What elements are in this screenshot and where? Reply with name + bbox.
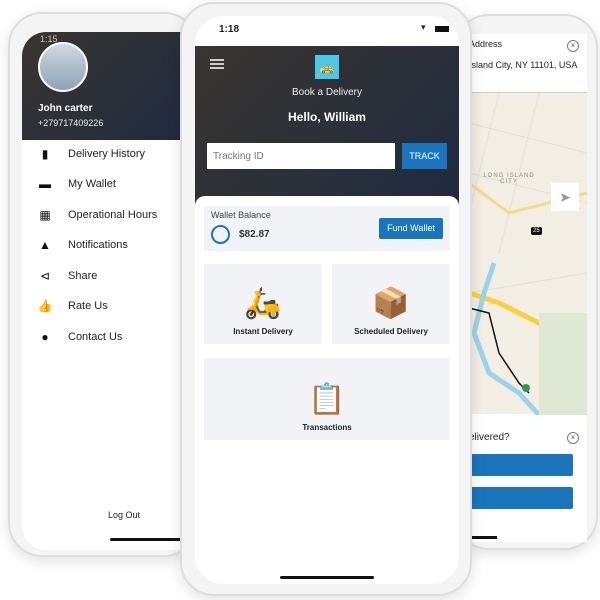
address-value: Island City, NY 11101, USA <box>469 60 578 70</box>
wallet-card: Wallet Balance $82.87 Fund Wallet <box>204 206 450 251</box>
fund-wallet-button[interactable]: Fund Wallet <box>379 218 443 239</box>
menu-item-share[interactable]: ⊲ Share <box>38 269 97 283</box>
address-label: Address <box>469 39 503 49</box>
menu-item-delivery-history[interactable]: ▮ Delivery History <box>38 147 145 161</box>
right-phone: Address × Island City, NY 11101, USA LON… <box>455 14 598 550</box>
track-button[interactable]: TRACK <box>402 143 447 169</box>
map-screen: Address × Island City, NY 11101, USA LON… <box>457 34 587 542</box>
confirm-button[interactable] <box>469 454 573 476</box>
side-menu-screen: 1:15 John carter +279717409226 ▮ Delivery… <box>22 32 190 550</box>
calendar-icon: ▦ <box>39 208 51 222</box>
menu-item-contact-us[interactable]: ● Contact Us <box>38 330 122 344</box>
wallet-label: Wallet Balance <box>211 210 271 220</box>
menu-label: Operational Hours <box>68 209 158 221</box>
package-clock-icon: 📦 <box>372 287 410 320</box>
home-indicator <box>110 538 190 541</box>
wifi-icon: ▾ <box>421 22 426 32</box>
logout-button[interactable]: Log Out <box>108 510 140 520</box>
menu-label: Share <box>68 270 98 282</box>
greeting: Hello, William <box>288 110 366 124</box>
tile-label: Transactions <box>302 423 352 432</box>
wallet-amount: $82.87 <box>239 229 270 240</box>
hamburger-menu-icon[interactable] <box>210 59 224 69</box>
menu-label: Rate Us <box>68 300 108 312</box>
content-card: Wallet Balance $82.87 Fund Wallet 🛵 Insta… <box>195 196 459 584</box>
menu-item-my-wallet[interactable]: ▬ My Wallet <box>38 177 116 191</box>
battery-icon <box>435 26 449 32</box>
map-area-label: LONG ISLAND CITY <box>483 173 535 185</box>
close-icon[interactable]: × <box>567 432 579 444</box>
hero-header: 🚕 Book a Delivery Hello, William TRACK <box>195 46 459 206</box>
status-time: 1:18 <box>219 24 240 35</box>
instant-delivery-tile[interactable]: 🛵 Instant Delivery <box>204 264 322 344</box>
left-phone: 1:15 John carter +279717409226 ▮ Delivery… <box>8 12 198 557</box>
app-logo: 🚕 <box>315 55 339 79</box>
map[interactable]: LONG ISLAND CITY 25 ➤ <box>468 92 587 417</box>
route-badge: 25 <box>531 227 542 235</box>
chat-icon: ● <box>41 330 49 344</box>
scooter-icon: 🛵 <box>244 287 282 320</box>
profile-header: 1:15 John carter +279717409226 <box>22 32 190 140</box>
middle-phone: 1:18 ▾ 🚕 Book a Delivery Hello, William … <box>180 2 472 596</box>
clipboard-icon: 📋 <box>308 383 346 416</box>
menu-label: Delivery History <box>68 148 146 160</box>
menu-label: My Wallet <box>68 178 116 190</box>
user-name: John carter <box>38 103 93 114</box>
tile-label: Scheduled Delivery <box>354 327 428 336</box>
home-indicator <box>280 576 374 579</box>
menu-item-operational-hours[interactable]: ▦ Operational Hours <box>38 208 157 222</box>
menu-label: Contact Us <box>68 331 123 343</box>
navigation-arrow-icon: ➤ <box>559 189 571 205</box>
close-icon[interactable]: × <box>567 40 579 52</box>
tracking-id-input[interactable] <box>207 143 395 169</box>
delivered-question: elivered? <box>469 432 510 443</box>
tile-label: Instant Delivery <box>233 327 293 336</box>
avatar[interactable] <box>38 42 88 92</box>
menu-label: Notifications <box>68 239 128 251</box>
menu-item-notifications[interactable]: ▲ Notifications <box>38 238 128 252</box>
scheduled-delivery-tile[interactable]: 📦 Scheduled Delivery <box>332 264 450 344</box>
menu-item-rate-us[interactable]: 👍 Rate Us <box>38 299 108 313</box>
locate-button[interactable]: ➤ <box>551 183 579 211</box>
wallet-icon <box>211 225 230 244</box>
share-icon: ⊲ <box>39 269 51 283</box>
thumbs-up-icon: 👍 <box>37 299 53 313</box>
user-phone: +279717409226 <box>38 118 104 128</box>
home-screen: 1:18 ▾ 🚕 Book a Delivery Hello, William … <box>195 16 459 584</box>
secondary-button[interactable] <box>469 487 573 509</box>
transactions-tile[interactable]: 📋 Transactions <box>204 358 450 440</box>
wallet-icon: ▬ <box>39 177 51 191</box>
app-title: Book a Delivery <box>291 87 363 98</box>
bell-icon: ▲ <box>39 238 51 252</box>
bookmark-icon: ▮ <box>41 147 49 161</box>
